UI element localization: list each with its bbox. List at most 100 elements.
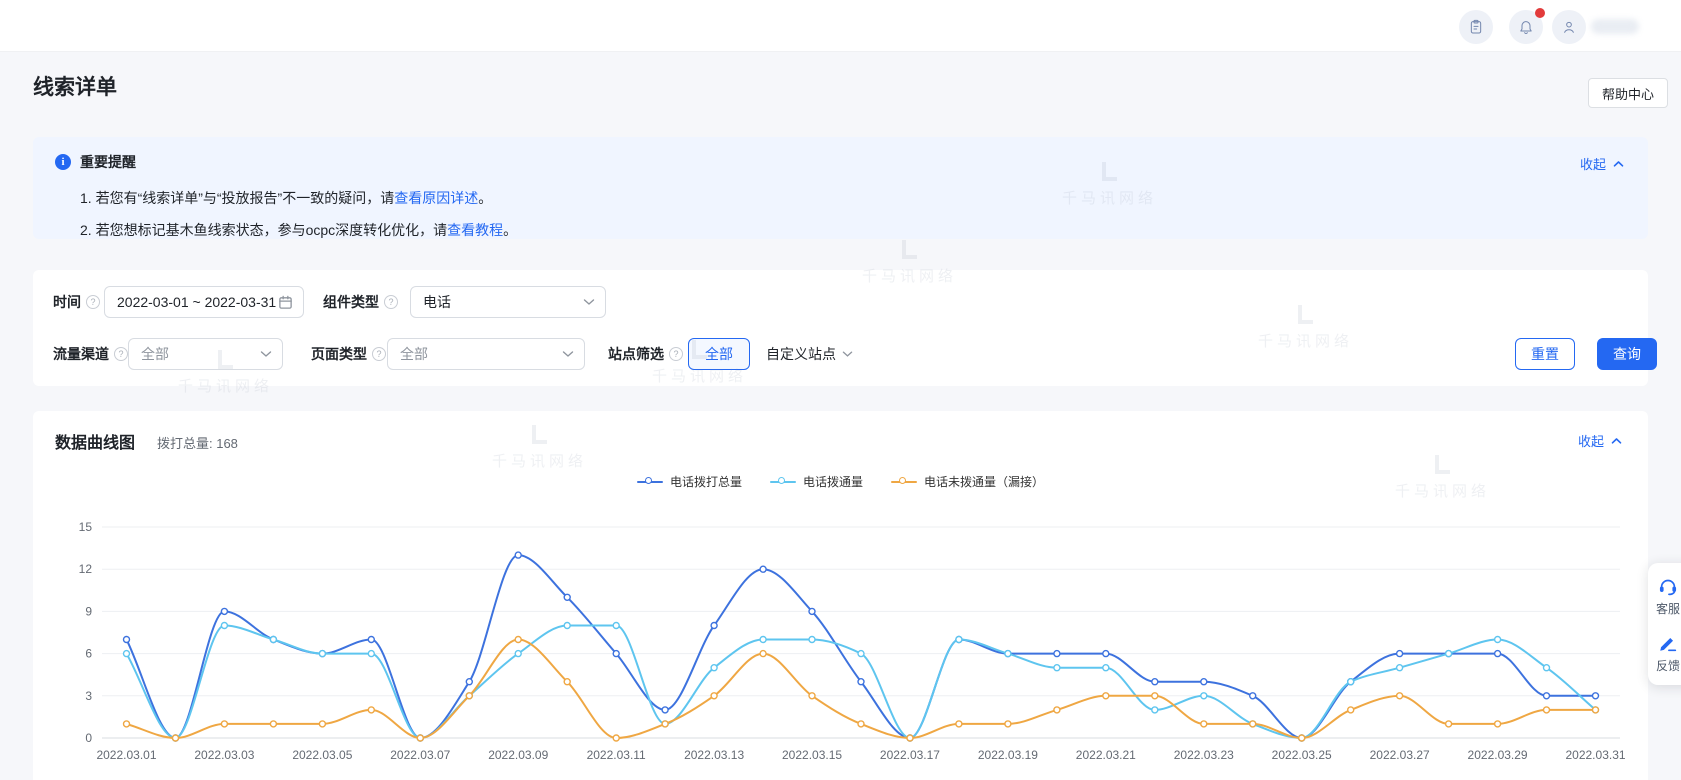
legend-item[interactable]: 电话拨打总量	[637, 473, 742, 490]
data-point-marker	[858, 721, 864, 727]
data-point-marker	[319, 721, 325, 727]
chart-total-calls: 拨打总量: 168	[157, 433, 238, 452]
help-center-button[interactable]: 帮助中心	[1588, 78, 1668, 108]
x-axis-tick: 2022.03.19	[978, 748, 1038, 762]
notice-line: 1. 若您有“线索详单”与“投放报告”不一致的疑问，请查看原因详述。	[80, 188, 1626, 208]
component-type-select[interactable]: 电话	[410, 286, 606, 318]
legend-item[interactable]: 电话拨通量	[770, 473, 863, 490]
data-point-marker	[1446, 651, 1452, 657]
data-point-marker	[124, 721, 130, 727]
data-point-marker	[124, 651, 130, 657]
feedback-button[interactable]: 反馈	[1656, 632, 1680, 674]
data-point-marker	[956, 637, 962, 643]
top-bar	[0, 0, 1681, 52]
data-point-marker	[907, 735, 913, 741]
date-range-value: 2022-03-01 ~ 2022-03-31	[117, 294, 278, 310]
series-line	[127, 555, 1596, 738]
tutorial-link[interactable]: 查看教程	[447, 222, 503, 238]
site-filter-label: 站点筛选?	[608, 338, 683, 370]
custom-site-label: 自定义站点	[766, 344, 836, 364]
legend-marker-icon	[891, 477, 917, 487]
notice-text: 。	[478, 190, 492, 206]
data-point-marker	[1593, 693, 1599, 699]
filter-panel: 时间? 2022-03-01 ~ 2022-03-31 组件类型? 电话 流量渠…	[33, 270, 1648, 386]
data-point-marker	[760, 651, 766, 657]
data-point-marker	[124, 637, 130, 643]
chevron-up-icon	[1613, 160, 1624, 168]
data-point-marker	[515, 651, 521, 657]
data-point-marker	[1201, 679, 1207, 685]
notification-button[interactable]	[1509, 10, 1543, 44]
data-point-marker	[711, 665, 717, 671]
data-point-marker	[270, 721, 276, 727]
chart-panel: 数据曲线图 拨打总量: 168 收起 电话拨打总量电话拨通量电话未拨通量（漏接）…	[33, 411, 1648, 780]
reason-detail-link[interactable]: 查看原因详述	[394, 190, 478, 206]
help-icon[interactable]: ?	[372, 347, 386, 361]
customer-service-label: 客服	[1656, 600, 1680, 617]
notice-collapse-button[interactable]: 收起	[1580, 154, 1624, 173]
data-point-marker	[1397, 665, 1403, 671]
data-point-marker	[1054, 665, 1060, 671]
customer-service-button[interactable]: 客服	[1656, 575, 1680, 617]
data-point-marker	[1054, 651, 1060, 657]
site-all-chip[interactable]: 全部	[688, 338, 750, 370]
data-point-marker	[1152, 707, 1158, 713]
custom-site-select[interactable]: 自定义站点	[766, 338, 853, 370]
report-button[interactable]	[1459, 10, 1493, 44]
data-point-marker	[1103, 665, 1109, 671]
x-axis-tick: 2022.03.09	[488, 748, 548, 762]
data-point-marker	[1544, 665, 1550, 671]
data-point-marker	[711, 693, 717, 699]
help-icon[interactable]: ?	[669, 347, 683, 361]
notice-line: 2. 若您想标记基木鱼线索状态，参与ocpc深度转化优化，请查看教程。	[80, 220, 1626, 240]
data-point-marker	[1495, 637, 1501, 643]
help-icon[interactable]: ?	[114, 347, 128, 361]
chevron-down-icon	[583, 298, 595, 306]
data-point-marker	[1005, 721, 1011, 727]
data-point-marker	[368, 637, 374, 643]
date-range-input[interactable]: 2022-03-01 ~ 2022-03-31	[104, 286, 304, 318]
data-point-marker	[1348, 679, 1354, 685]
data-point-marker	[1103, 693, 1109, 699]
data-point-marker	[221, 721, 227, 727]
username-blurred[interactable]	[1591, 19, 1639, 34]
help-icon[interactable]: ?	[384, 295, 398, 309]
data-point-marker	[1397, 693, 1403, 699]
page-type-select[interactable]: 全部	[387, 338, 585, 370]
notice-text: 2. 若您想标记基木鱼线索状态，参与ocpc深度转化优化，请	[80, 222, 447, 238]
x-axis-tick: 2022.03.05	[292, 748, 352, 762]
data-point-marker	[368, 707, 374, 713]
y-axis-tick: 0	[85, 731, 92, 745]
chart-collapse-button[interactable]: 收起	[1578, 431, 1622, 450]
x-axis-tick: 2022.03.25	[1272, 748, 1332, 762]
data-point-marker	[564, 594, 570, 600]
reset-button[interactable]: 重置	[1515, 338, 1575, 370]
calendar-icon	[278, 295, 293, 310]
account-button[interactable]	[1552, 10, 1586, 44]
headset-icon	[1657, 575, 1679, 597]
query-button[interactable]: 查询	[1597, 338, 1657, 370]
data-point-marker	[809, 637, 815, 643]
data-point-marker	[1152, 679, 1158, 685]
time-label: 时间?	[53, 286, 100, 318]
data-point-marker	[1495, 721, 1501, 727]
data-point-marker	[613, 651, 619, 657]
x-axis-tick: 2022.03.31	[1565, 748, 1625, 762]
y-axis-tick: 9	[85, 604, 92, 618]
chevron-down-icon	[842, 350, 853, 358]
chevron-up-icon	[1611, 437, 1622, 445]
help-icon[interactable]: ?	[86, 295, 100, 309]
x-axis-tick: 2022.03.01	[96, 748, 156, 762]
x-axis-tick: 2022.03.23	[1174, 748, 1234, 762]
x-axis-tick: 2022.03.15	[782, 748, 842, 762]
x-axis-tick: 2022.03.11	[587, 748, 646, 762]
data-point-marker	[466, 679, 472, 685]
traffic-channel-select[interactable]: 全部	[128, 338, 283, 370]
x-axis-tick: 2022.03.17	[880, 748, 940, 762]
chevron-down-icon	[562, 350, 574, 358]
legend-item[interactable]: 电话未拨通量（漏接）	[891, 473, 1044, 490]
data-point-marker	[564, 623, 570, 629]
data-point-marker	[466, 693, 472, 699]
line-chart: 036912152022.03.012022.03.032022.03.0520…	[45, 511, 1635, 776]
data-point-marker	[221, 623, 227, 629]
